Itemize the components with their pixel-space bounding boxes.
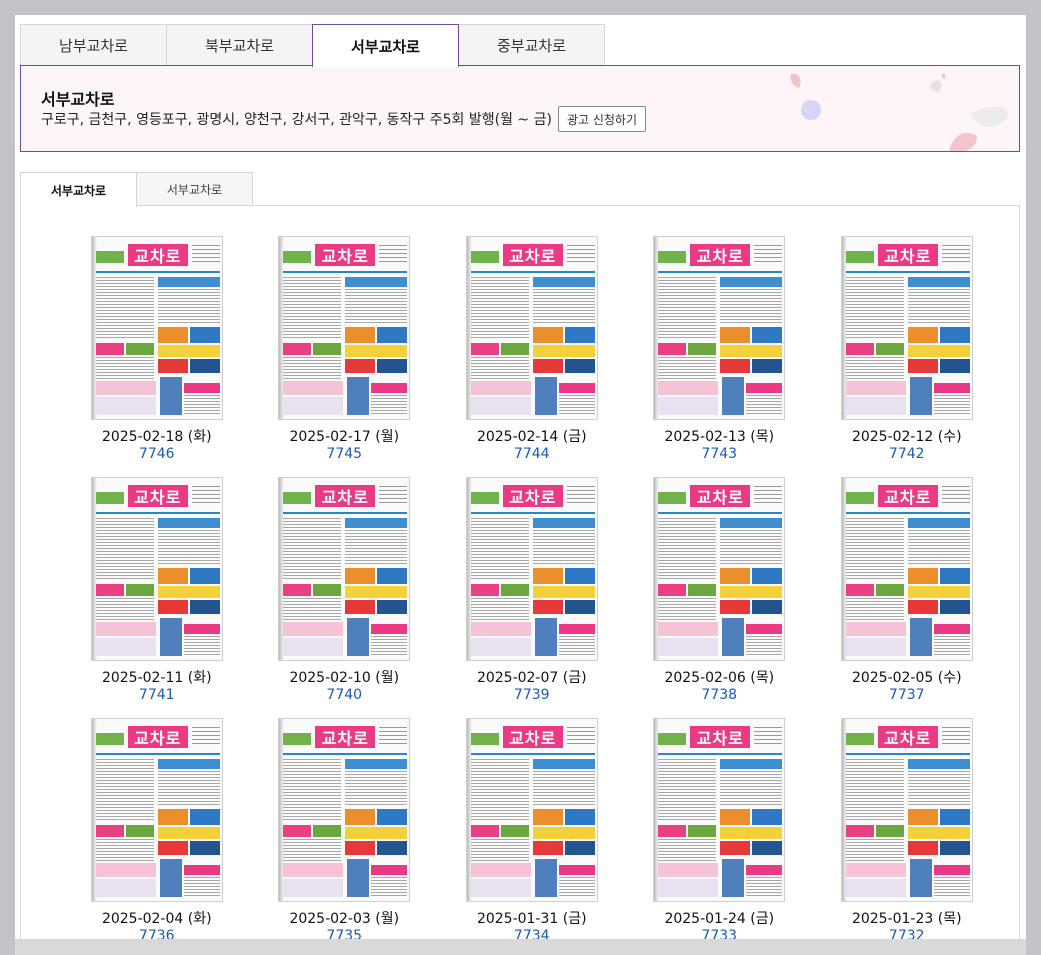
newspaper-cover-thumbnail[interactable]: 교차로 (840, 718, 973, 902)
issue-number-link[interactable]: 7744 (514, 446, 550, 463)
issue-date: 2025-02-03 (월) (289, 911, 400, 927)
issue-item[interactable]: 교차로 2025-02-12 (수) 7742 (813, 236, 1001, 463)
newspaper-cover-thumbnail[interactable]: 교차로 (465, 236, 598, 420)
newspaper-logo: 교차로 (502, 485, 563, 507)
newspaper-cover-thumbnail[interactable]: 교차로 (90, 718, 223, 902)
issue-item[interactable]: 교차로 2025-02-14 (금) 7744 (438, 236, 626, 463)
issue-number-link[interactable]: 7737 (889, 687, 925, 704)
newspaper-cover-thumbnail[interactable]: 교차로 (840, 236, 973, 420)
newspaper-logo: 교차로 (502, 726, 563, 748)
newspaper-cover-thumbnail[interactable]: 교차로 (465, 718, 598, 902)
issue-date: 2025-02-13 (목) (664, 429, 775, 445)
petal-decoration-icon (790, 73, 1009, 151)
issue-item[interactable]: 교차로 2025-01-24 (금) 7733 (626, 718, 814, 945)
issue-date: 2025-02-18 (화) (101, 429, 212, 445)
issue-number-link[interactable]: 7740 (326, 687, 362, 704)
newspaper-cover-thumbnail[interactable]: 교차로 (278, 718, 411, 902)
issue-date: 2025-02-11 (화) (101, 670, 212, 686)
newspaper-cover-thumbnail[interactable]: 교차로 (278, 477, 411, 661)
issue-number-link[interactable]: 7743 (701, 446, 737, 463)
issue-grid: 교차로 2025-02-18 (화) 7746 교차로 2025-02-17 (… (63, 236, 998, 945)
issue-item[interactable]: 교차로 2025-02-17 (월) 7745 (251, 236, 439, 463)
newspaper-logo: 교차로 (877, 244, 938, 266)
issue-number-link[interactable]: 7742 (889, 446, 925, 463)
issue-date: 2025-02-10 (월) (289, 670, 400, 686)
newspaper-logo: 교차로 (315, 485, 376, 507)
sub-tab-west-2[interactable]: 서부교차로 (136, 172, 253, 206)
newspaper-cover-thumbnail[interactable]: 교차로 (278, 236, 411, 420)
newspaper-logo: 교차로 (690, 244, 751, 266)
issue-date: 2025-02-04 (화) (101, 911, 212, 927)
newspaper-cover-thumbnail[interactable]: 교차로 (90, 477, 223, 661)
issue-date: 2025-02-07 (금) (476, 670, 587, 686)
horizontal-scrollbar[interactable] (15, 939, 1026, 955)
tab-region-north[interactable]: 북부교차로 (166, 24, 313, 66)
issue-number-link[interactable]: 7738 (701, 687, 737, 704)
newspaper-logo: 교차로 (877, 485, 938, 507)
newspaper-cover-thumbnail[interactable]: 교차로 (653, 477, 786, 661)
issue-item[interactable]: 교차로 2025-02-10 (월) 7740 (251, 477, 439, 704)
region-tabs: 남부교차로 북부교차로 서부교차로 중부교차로 (20, 24, 605, 67)
issue-item[interactable]: 교차로 2025-02-03 (월) 7735 (251, 718, 439, 945)
issue-item[interactable]: 교차로 2025-01-31 (금) 7734 (438, 718, 626, 945)
issue-date: 2025-02-12 (수) (851, 429, 962, 445)
newspaper-cover-thumbnail[interactable]: 교차로 (840, 477, 973, 661)
newspaper-logo: 교차로 (315, 244, 376, 266)
newspaper-panel: 남부교차로 북부교차로 서부교차로 중부교차로 서부교차로 구로구, 금천구, … (15, 15, 1026, 955)
newspaper-logo: 교차로 (127, 726, 188, 748)
banner-description: 구로구, 금천구, 영등포구, 광명시, 양천구, 강서구, 관악구, 동작구 … (41, 112, 552, 128)
tab-region-central[interactable]: 중부교차로 (458, 24, 605, 66)
newspaper-cover-thumbnail[interactable]: 교차로 (653, 718, 786, 902)
issue-item[interactable]: 교차로 2025-02-13 (목) 7743 (626, 236, 814, 463)
newspaper-cover-thumbnail[interactable]: 교차로 (90, 236, 223, 420)
issue-date: 2025-01-23 (목) (851, 911, 962, 927)
tab-region-south[interactable]: 남부교차로 (20, 24, 167, 66)
issue-item[interactable]: 교차로 2025-02-07 (금) 7739 (438, 477, 626, 704)
issue-list: 교차로 2025-02-18 (화) 7746 교차로 2025-02-17 (… (20, 205, 1020, 955)
newspaper-logo: 교차로 (690, 485, 751, 507)
issue-number-link[interactable]: 7739 (514, 687, 550, 704)
banner-description-row: 구로구, 금천구, 영등포구, 광명시, 양천구, 강서구, 관악구, 동작구 … (41, 106, 647, 132)
sub-tabs: 서부교차로 서부교차로 (20, 172, 253, 207)
tab-region-west[interactable]: 서부교차로 (312, 24, 459, 67)
newspaper-cover-thumbnail[interactable]: 교차로 (653, 236, 786, 420)
issue-item[interactable]: 교차로 2025-02-18 (화) 7746 (63, 236, 251, 463)
newspaper-logo: 교차로 (315, 726, 376, 748)
newspaper-logo: 교차로 (877, 726, 938, 748)
newspaper-logo: 교차로 (502, 244, 563, 266)
issue-item[interactable]: 교차로 2025-02-11 (화) 7741 (63, 477, 251, 704)
issue-date: 2025-02-05 (수) (851, 670, 962, 686)
newspaper-logo: 교차로 (127, 485, 188, 507)
newspaper-cover-thumbnail[interactable]: 교차로 (465, 477, 598, 661)
issue-number-link[interactable]: 7746 (139, 446, 175, 463)
issue-number-link[interactable]: 7741 (139, 687, 175, 704)
issue-date: 2025-02-14 (금) (476, 429, 587, 445)
issue-date: 2025-02-06 (목) (664, 670, 775, 686)
issue-item[interactable]: 교차로 2025-01-23 (목) 7732 (813, 718, 1001, 945)
region-banner: 서부교차로 구로구, 금천구, 영등포구, 광명시, 양천구, 강서구, 관악구… (20, 65, 1020, 152)
issue-item[interactable]: 교차로 2025-02-04 (화) 7736 (63, 718, 251, 945)
issue-date: 2025-01-31 (금) (476, 911, 587, 927)
newspaper-logo: 교차로 (127, 244, 188, 266)
apply-ad-button[interactable]: 광고 신청하기 (557, 106, 647, 132)
newspaper-logo: 교차로 (690, 726, 751, 748)
sub-tab-west-1[interactable]: 서부교차로 (20, 172, 137, 207)
issue-number-link[interactable]: 7745 (326, 446, 362, 463)
issue-item[interactable]: 교차로 2025-02-06 (목) 7738 (626, 477, 814, 704)
issue-date: 2025-02-17 (월) (289, 429, 400, 445)
issue-date: 2025-01-24 (금) (664, 911, 775, 927)
issue-item[interactable]: 교차로 2025-02-05 (수) 7737 (813, 477, 1001, 704)
